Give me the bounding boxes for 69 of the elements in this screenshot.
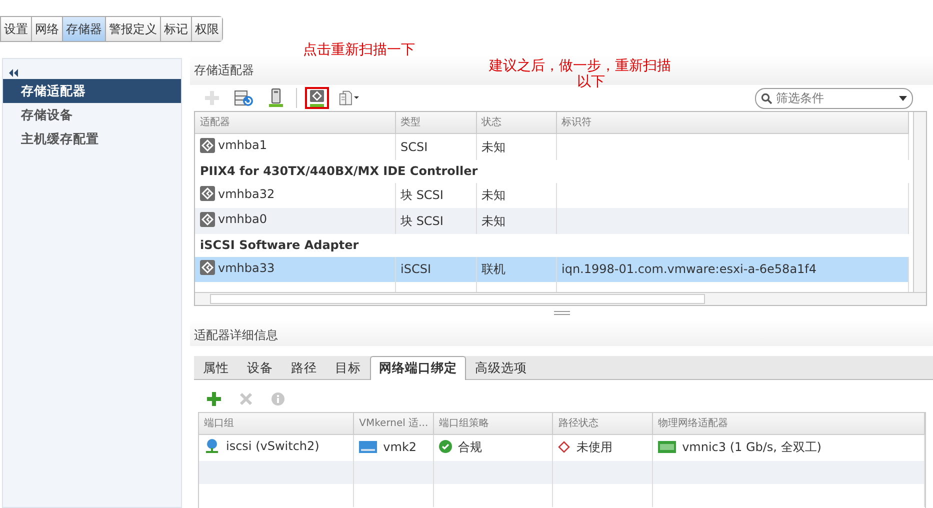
annotation-text: 以下 (577, 74, 605, 90)
sidebar-item[interactable]: 存储设备 (3, 103, 181, 127)
sidebar-item[interactable]: 主机缓存配置 (3, 127, 181, 151)
diamond-icon (558, 441, 570, 453)
table-cell: 未知 (482, 188, 506, 202)
table-cell-text: 未使用 (576, 439, 612, 456)
section-title: 适配器详细信息 (194, 328, 278, 342)
tab[interactable]: 网络端口绑定 (370, 356, 466, 380)
tab[interactable]: 目标 (326, 356, 370, 379)
group-header: iSCSI Software Adapter (200, 238, 359, 252)
table-cell: iSCSI (400, 262, 431, 276)
table-row[interactable]: vmhba1 SCSI 未知 (195, 134, 908, 160)
filter-field[interactable]: 筛选条件 (755, 88, 913, 108)
tab[interactable]: 标记 (161, 17, 192, 41)
table-cell-text: vmhba1 (218, 137, 268, 154)
scrollbar[interactable] (195, 292, 926, 305)
network-icon (204, 438, 220, 454)
column-header[interactable]: 物理网络适配器 (652, 413, 924, 434)
table-cell-text: vmhba33 (218, 260, 275, 276)
adapter-icon (200, 212, 215, 226)
tab[interactable]: 属性 (194, 356, 238, 379)
group-header: PIIX4 for 430TX/440BX/MX IDE Controller (200, 164, 478, 178)
scrollbar[interactable] (913, 112, 926, 292)
table-row[interactable]: vmhba0 块 SCSI 未知 (195, 208, 908, 234)
table-cell: 未知 (482, 214, 506, 228)
table-cell: 联机 (482, 262, 506, 276)
adapter-icon (200, 260, 215, 275)
tab[interactable]: 警报定义 (106, 17, 161, 41)
splitter-handle[interactable] (554, 311, 570, 315)
table-cell-text: vmhba0 (218, 211, 268, 228)
annotation-text: 点击重新扫描一下 (303, 42, 415, 58)
tab[interactable]: 设备 (238, 356, 282, 379)
column-header[interactable]: VMkernel 适... (354, 413, 434, 434)
collapse-icon[interactable] (9, 68, 19, 77)
check-icon (439, 440, 452, 454)
sidebar-item[interactable]: 存储适配器 (3, 79, 181, 103)
column-header[interactable]: 标识符 (556, 112, 908, 134)
table-cell-text: vmk2 (383, 439, 417, 456)
column-header[interactable]: 状态 (476, 112, 556, 134)
nic-icon (359, 441, 378, 453)
column-header[interactable]: 路径状态 (552, 413, 653, 434)
table-cell: SCSI (400, 140, 428, 154)
tab[interactable]: 权限 (192, 17, 222, 41)
column-header[interactable]: 适配器 (195, 112, 395, 134)
adapter-icon (200, 138, 215, 152)
table-row[interactable]: vmhba33 iSCSI 联机 iqn.1998-01.com.vmware:esxi-a-6e58a1f4 (195, 256, 908, 282)
tab[interactable]: 存储器 (63, 17, 106, 41)
table-cell-text: 合规 (458, 438, 482, 456)
tab[interactable]: 高级选项 (466, 356, 536, 379)
table-cell: 块 SCSI (400, 214, 444, 228)
annotation-text: 建议之后，做一步，重新扫描 (489, 58, 671, 74)
nic-icon (658, 441, 676, 453)
tab[interactable]: 路径 (282, 356, 326, 379)
column-header[interactable]: 端口组策略 (434, 413, 553, 434)
table-cell: 未知 (482, 140, 506, 154)
rescan-icon[interactable] (305, 87, 329, 109)
caret-icon[interactable] (899, 96, 907, 100)
adapter-icon (200, 186, 215, 201)
tab[interactable]: 网络 (32, 17, 63, 41)
table-cell-text: vmhba32 (218, 186, 275, 202)
column-header[interactable]: 端口组 (199, 413, 354, 434)
table-cell-text: vmnic3 (1 Gb/s, 全双工) (682, 439, 822, 456)
table-cell: iqn.1998-01.com.vmware:esxi-a-6e58a1f4 (562, 262, 817, 276)
tab[interactable]: 设置 (1, 17, 32, 41)
column-header[interactable]: 类型 (395, 112, 476, 134)
table-cell-text: iscsi (vSwitch2) (226, 438, 320, 455)
search-icon (761, 92, 772, 104)
table-cell: 块 SCSI (400, 188, 444, 202)
section-title: 存储适配器 (194, 63, 254, 77)
